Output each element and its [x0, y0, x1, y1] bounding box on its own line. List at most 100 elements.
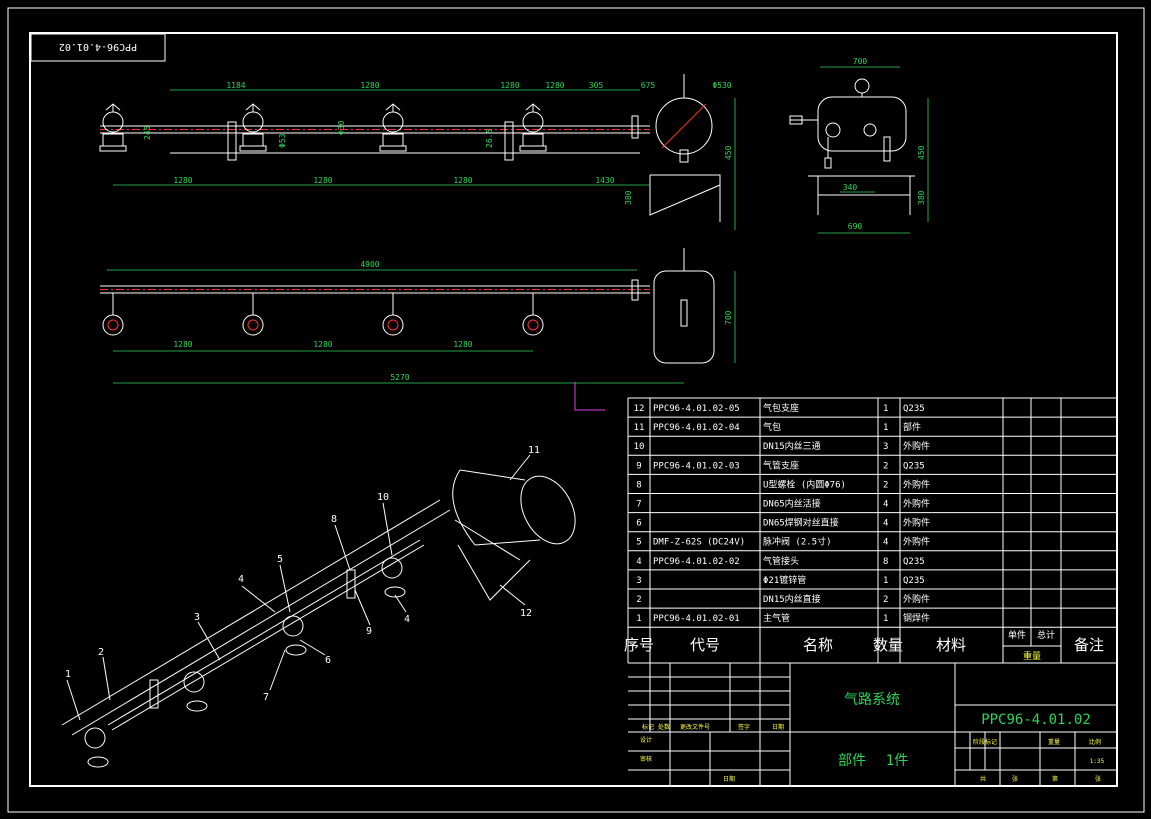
callout-1: 1 — [65, 669, 71, 680]
header-qty: 数量 — [873, 636, 903, 654]
callout-10: 10 — [377, 492, 389, 503]
bom-cell-name: U型螺栓 (内圆Φ76) — [763, 478, 846, 490]
bom-cell-code: DMF-Z-62S (DC24V) — [653, 538, 745, 548]
bom-cell-name: DN15内丝三通 — [763, 440, 821, 452]
inner-frame — [29, 32, 1118, 787]
drawing-title: 气路系统 — [844, 692, 900, 708]
bom-cell-qty: 3 — [883, 442, 888, 452]
callout-6: 6 — [325, 655, 331, 666]
dim-text: 1280 — [500, 81, 519, 90]
dim-text: 380 — [624, 190, 633, 205]
dim-text: 690 — [848, 222, 863, 231]
bom-cell-material: 外购件 — [903, 536, 930, 548]
dim-text: 1280 — [313, 340, 332, 349]
callout-3: 3 — [194, 612, 200, 623]
bom-cell-material: 外购件 — [903, 593, 930, 605]
bom-cell-name: 主气管 — [763, 612, 790, 624]
valve-2 — [239, 103, 267, 152]
plan-valve-3 — [382, 293, 404, 336]
bom-cell-material: Q235 — [903, 576, 925, 586]
bom-cell-no: 8 — [636, 480, 641, 490]
bom-cell-no: 12 — [634, 404, 645, 414]
bom-cell-code: PPC96-4.01.02-04 — [653, 423, 740, 433]
bom-cell-code: PPC96-4.01.02-03 — [653, 461, 740, 471]
rev-label: 更改文件号 — [680, 723, 710, 731]
dim-text: 5270 — [390, 373, 409, 382]
callout-8: 8 — [331, 514, 337, 525]
bom-cell-qty: 2 — [883, 461, 888, 471]
flange — [631, 115, 639, 139]
side-stand — [808, 175, 915, 215]
dim-text: 340 — [843, 183, 858, 192]
callout-4b: 4 — [404, 614, 410, 625]
bom-cell-qty: 2 — [883, 480, 888, 490]
iso-valve-d — [381, 557, 406, 598]
dim-text: 1280 — [173, 340, 192, 349]
bom-cell-material: 外购件 — [903, 478, 930, 490]
plan-valve-4 — [522, 293, 544, 336]
subtitle-part: 部件 — [838, 753, 866, 769]
rev-label: 签字 — [738, 723, 750, 731]
header-material: 材料 — [936, 636, 966, 654]
plan-view — [100, 248, 736, 411]
dim-text: 675 — [641, 81, 656, 90]
callout-11: 11 — [528, 445, 540, 456]
bom-cell-name: Φ21镀锌管 — [763, 574, 806, 586]
dim-text: 1280 — [173, 176, 192, 185]
stage-label: 比例 — [1089, 738, 1101, 746]
sheet-label: 共 — [980, 775, 986, 783]
bom-cell-no: 5 — [636, 538, 641, 548]
pipe-support-1 — [227, 121, 237, 161]
bom-cell-name: DN15内丝直接 — [763, 593, 821, 605]
valve-4 — [519, 103, 547, 152]
dim-text: 245 — [143, 125, 152, 140]
bom-cell-no: 7 — [636, 500, 641, 510]
pipe-support-2 — [504, 121, 514, 161]
dim-text: Φ30 — [337, 120, 346, 135]
rev-label: 标记 — [642, 723, 654, 731]
bom-cell-name: 气包 — [763, 421, 781, 433]
stage-label: 阶段标记 — [973, 738, 997, 746]
plan-tank — [653, 270, 715, 364]
side-view — [789, 66, 929, 234]
rev-label: 处数 — [658, 723, 670, 731]
bom-cell-material: 部件 — [903, 421, 921, 433]
bom-cell-material: Q235 — [903, 461, 925, 471]
dim-text: 1280 — [313, 176, 332, 185]
dim-text: 1280 — [453, 340, 472, 349]
bom-cell-qty: 4 — [883, 500, 888, 510]
sign-label: 审核 — [640, 755, 652, 763]
valve-1 — [99, 103, 127, 152]
dim-text: 26.5 — [485, 129, 494, 148]
bom-cell-no: 10 — [634, 442, 645, 452]
iso-valve-a — [84, 727, 109, 768]
bom-cell-code: PPC96-4.01.02-02 — [653, 557, 740, 567]
elevation-view — [99, 74, 736, 230]
sign-label: 日期 — [723, 775, 735, 783]
bom-cell-qty: 1 — [883, 576, 888, 586]
sign-label: 设计 — [640, 736, 652, 744]
header-unit-weight: 单件 — [1008, 629, 1026, 641]
bom-cell-qty: 4 — [883, 538, 888, 548]
bom-cell-material: Q235 — [903, 557, 925, 567]
bom-cell-name: 脉冲阀 (2.5寸) — [763, 536, 832, 548]
dim-text: 700 — [853, 57, 868, 66]
callout-9: 9 — [366, 626, 372, 637]
dim-text: 700 — [724, 310, 733, 325]
bom-cell-material: 外购件 — [903, 440, 930, 452]
rev-label: 日期 — [772, 723, 784, 731]
dim-text: 450 — [917, 145, 926, 160]
bom-cell-name: 气包支座 — [763, 402, 799, 414]
bom-cell-material: 钢焊件 — [903, 612, 930, 624]
header-name: 名称 — [803, 636, 833, 654]
dim-text: 1280 — [360, 81, 379, 90]
callout-5: 5 — [277, 554, 283, 565]
bom-cell-material: 外购件 — [903, 517, 930, 529]
bom-cell-no: 2 — [636, 595, 641, 605]
bom-cell-no: 3 — [636, 576, 641, 586]
bom-cell-qty: 4 — [883, 519, 888, 529]
dim-text: 1280 — [453, 176, 472, 185]
callout-4: 4 — [238, 574, 244, 585]
tank-stand — [649, 174, 721, 222]
bom-cell-code: PPC96-4.01.02-05 — [653, 404, 740, 414]
